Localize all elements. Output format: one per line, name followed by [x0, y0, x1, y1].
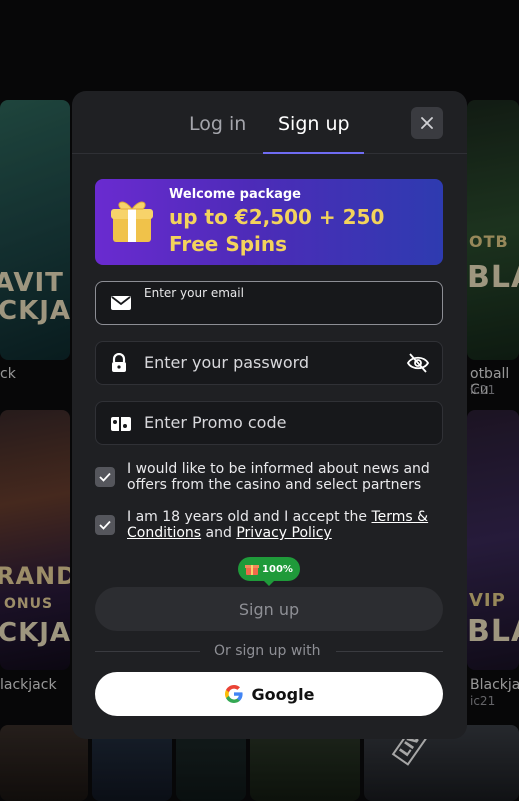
- tab-login[interactable]: Log in: [189, 113, 246, 135]
- news-consent-text: I would like to be informed about news a…: [127, 461, 430, 493]
- checkmark-icon: [99, 520, 111, 530]
- or-signup-text: Or sign up with: [214, 643, 321, 659]
- close-button[interactable]: [411, 107, 443, 139]
- bonus-progress-badge: 100%: [238, 557, 300, 586]
- privacy-link[interactable]: Privacy Policy: [236, 525, 331, 541]
- promo-code-field[interactable]: Enter Promo code: [95, 401, 443, 445]
- age-text-mid: and: [201, 525, 237, 541]
- eye-off-icon[interactable]: [406, 352, 430, 374]
- mail-icon: [111, 296, 131, 310]
- news-checkbox[interactable]: [95, 467, 115, 487]
- active-tab-indicator: [263, 152, 364, 154]
- email-field-label: Enter your email: [144, 286, 244, 300]
- divider: [95, 651, 200, 652]
- email-field[interactable]: Enter your email: [95, 281, 443, 325]
- banner-offer: up to €2,500 + 250 Free Spins: [169, 205, 385, 256]
- age-terms-checkbox[interactable]: [95, 515, 115, 535]
- lock-icon: [112, 353, 126, 372]
- bonus-progress-value: 100%: [262, 563, 293, 575]
- google-icon: [224, 685, 243, 703]
- gift-icon: [111, 201, 153, 242]
- close-icon: [421, 117, 433, 129]
- age-terms-text: I am 18 years old and I accept the Terms…: [127, 509, 447, 541]
- signup-button[interactable]: Sign up: [95, 587, 443, 631]
- password-field[interactable]: Enter your password: [95, 341, 443, 385]
- tab-signup[interactable]: Sign up: [278, 113, 350, 135]
- promo-placeholder: Enter Promo code: [144, 413, 287, 432]
- auth-tabs: Log in Sign up: [72, 91, 467, 154]
- password-placeholder: Enter your password: [144, 353, 310, 372]
- checkmark-icon: [99, 472, 111, 482]
- ticket-icon: [111, 417, 131, 431]
- welcome-banner: Welcome package up to €2,500 + 250 Free …: [95, 179, 443, 265]
- signup-modal: Log in Sign up Welcome package up to €2,…: [72, 91, 467, 739]
- age-text-before: I am 18 years old and I accept the: [127, 509, 372, 525]
- google-signup-button[interactable]: Google: [95, 672, 443, 716]
- divider: [336, 651, 443, 652]
- gift-icon: [245, 565, 260, 575]
- google-button-label: Google: [251, 684, 315, 704]
- banner-subtitle: Welcome package: [169, 187, 301, 202]
